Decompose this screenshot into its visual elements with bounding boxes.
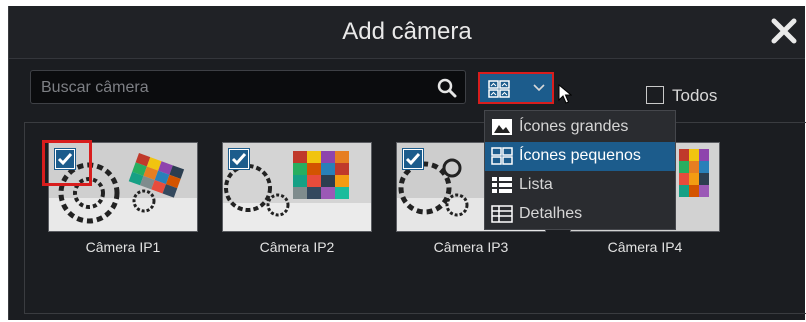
camera-label: Câmera IP4 [607, 239, 683, 255]
chevron-down-icon [533, 84, 545, 92]
search-field [30, 70, 466, 105]
menu-item-list[interactable]: Lista [485, 171, 675, 200]
view-mode-menu: Ícones grandes Ícones pequenos Lista Det… [484, 110, 676, 230]
camera-checkbox[interactable] [402, 148, 424, 170]
dialog-title: Add câmera [342, 18, 472, 45]
menu-item-details[interactable]: Detalhes [485, 200, 675, 229]
menu-item-label: Ícones grandes [519, 118, 629, 135]
todos-checkbox[interactable] [646, 86, 664, 104]
list-view-icon [492, 177, 512, 193]
small-icons-view-icon [488, 80, 510, 98]
mouse-cursor-icon [558, 84, 572, 104]
todos-label: Todos [672, 86, 718, 105]
large-icons-view-icon [492, 119, 512, 135]
menu-item-large-icons[interactable]: Ícones grandes [485, 113, 675, 142]
camera-label: Câmera IP1 [85, 239, 161, 255]
dialog-titlebar: Add câmera [9, 6, 805, 59]
search-input[interactable] [39, 71, 433, 105]
camera-label: Câmera IP2 [259, 239, 335, 255]
highlight-box [42, 140, 92, 186]
small-icons-view-icon [491, 147, 513, 165]
menu-item-label: Lista [519, 176, 553, 193]
close-icon[interactable] [769, 16, 799, 46]
menu-item-label: Detalhes [519, 205, 583, 222]
menu-item-label: Ícones pequenos [519, 147, 641, 164]
view-mode-dropdown[interactable] [478, 72, 554, 104]
menu-item-small-icons[interactable]: Ícones pequenos [485, 142, 675, 171]
search-icon[interactable] [437, 78, 457, 98]
camera-checkbox[interactable] [228, 148, 250, 170]
camera-label: Câmera IP3 [433, 239, 509, 255]
details-view-icon [491, 205, 513, 223]
